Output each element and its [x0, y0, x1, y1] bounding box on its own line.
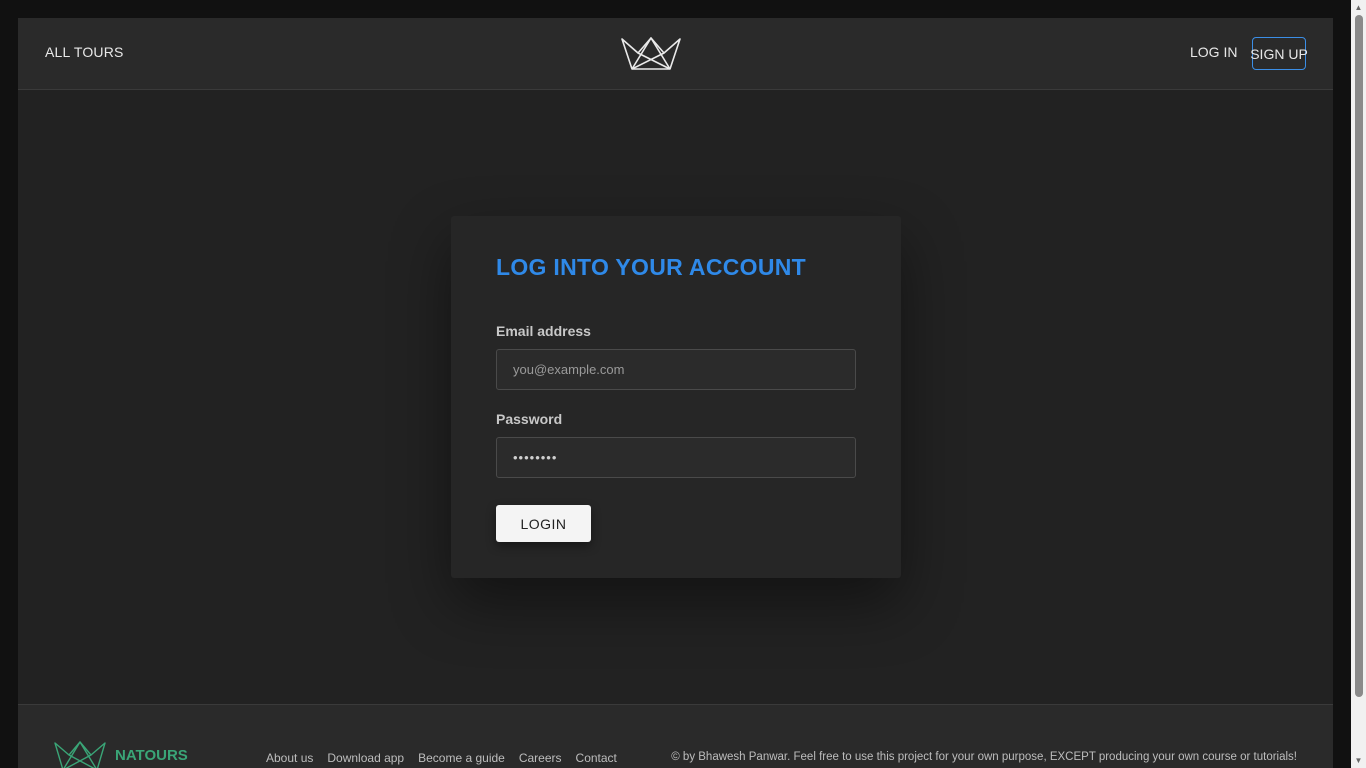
- login-title: LOG INTO YOUR ACCOUNT: [496, 254, 806, 280]
- site-footer: NATOURS About us Download app Become a g…: [18, 704, 1333, 768]
- scrollbar-thumb[interactable]: [1355, 15, 1363, 697]
- app-frame: ALL TOURS LOG IN SIGN UP LOG INTO YOUR A…: [18, 18, 1333, 768]
- scroll-down-icon[interactable]: ▼: [1354, 756, 1363, 765]
- footer-link-become-guide[interactable]: Become a guide: [418, 751, 505, 765]
- natours-crown-icon[interactable]: [53, 741, 107, 768]
- footer-link-careers[interactable]: Careers: [519, 751, 562, 765]
- footer-link-download-app[interactable]: Download app: [327, 751, 404, 765]
- login-link[interactable]: LOG IN: [1190, 44, 1237, 60]
- footer-brand: NATOURS: [115, 747, 188, 764]
- footer-link-contact[interactable]: Contact: [576, 751, 617, 765]
- page-scrollbar[interactable]: ▲ ▼: [1351, 0, 1366, 768]
- footer-link-about-us[interactable]: About us: [266, 751, 313, 765]
- all-tours-link[interactable]: ALL TOURS: [45, 44, 124, 60]
- email-label: Email address: [496, 323, 591, 339]
- password-label: Password: [496, 411, 563, 427]
- password-field[interactable]: [496, 437, 856, 478]
- email-field[interactable]: [496, 349, 856, 390]
- footer-copyright: © by Bhawesh Panwar. Feel free to use th…: [671, 751, 1297, 763]
- natours-crown-icon[interactable]: [620, 37, 682, 71]
- site-header: ALL TOURS LOG IN SIGN UP: [18, 18, 1333, 90]
- footer-nav: About us Download app Become a guide Car…: [266, 751, 617, 765]
- signup-button[interactable]: SIGN UP: [1250, 37, 1308, 70]
- scroll-up-icon[interactable]: ▲: [1354, 3, 1363, 12]
- login-button[interactable]: LOGIN: [496, 505, 591, 542]
- login-card: LOG INTO YOUR ACCOUNT Email address Pass…: [451, 216, 901, 578]
